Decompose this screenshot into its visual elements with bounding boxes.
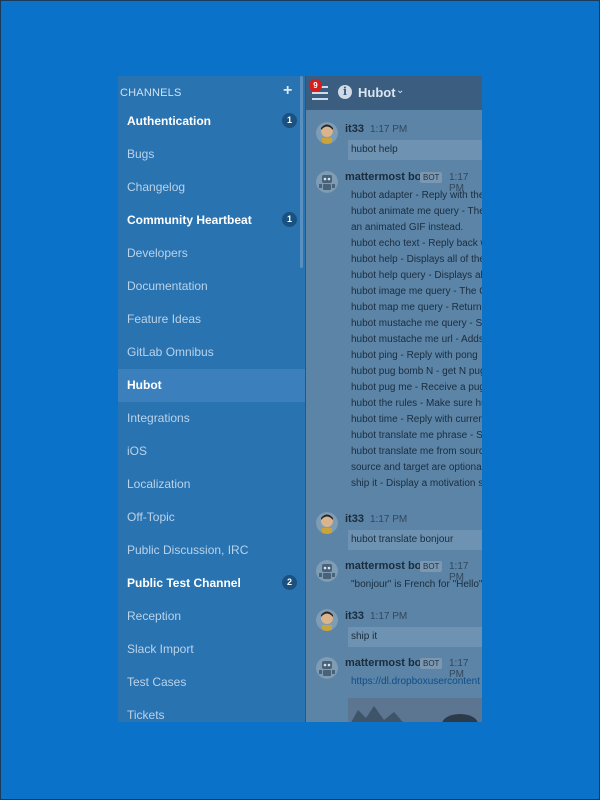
sidebar-item-label: Feature Ideas: [127, 312, 202, 326]
message-timestamp: 1:17 PM: [370, 611, 408, 622]
message-line: hubot time - Reply with curren: [351, 414, 482, 425]
message-text: hubot help: [348, 140, 482, 160]
sidebar-item-community-heartbeat[interactable]: Community Heartbeat 1: [118, 204, 305, 237]
sidebar-item-ios[interactable]: iOS: [118, 435, 305, 468]
sidebar-item-off-topic[interactable]: Off-Topic: [118, 501, 305, 534]
sidebar-item-label: Developers: [127, 246, 188, 260]
sidebar-item-feature-ideas[interactable]: Feature Ideas: [118, 303, 305, 336]
bot-badge: BOT: [420, 658, 443, 669]
unread-badge: 2: [282, 575, 297, 590]
message-line: hubot animate me query - The: [351, 206, 482, 217]
sidebar-item-label: Reception: [127, 609, 182, 623]
sidebar-item-public-discussion-irc[interactable]: Public Discussion, IRC: [118, 534, 305, 567]
sidebar-item-label: Hubot: [127, 378, 162, 392]
message-line: hubot mustache me url - Adds: [351, 334, 482, 345]
message-username[interactable]: mattermost bot: [345, 560, 425, 572]
message-line: hubot translate me phrase - Se: [351, 430, 482, 441]
info-icon[interactable]: i: [338, 85, 352, 99]
sidebar-item-label: Integrations: [127, 411, 190, 425]
sidebar-item-label: Off-Topic: [127, 510, 175, 524]
sidebar-item-authentication[interactable]: Authentication 1: [118, 105, 305, 138]
message-username[interactable]: mattermost bot: [345, 657, 425, 669]
sidebar-item-label: Localization: [127, 477, 191, 491]
message-line: hubot help query - Displays all: [351, 270, 482, 281]
sidebar-item-label: Slack Import: [127, 642, 194, 656]
avatar[interactable]: [316, 122, 338, 144]
sidebar-item-integrations[interactable]: Integrations: [118, 402, 305, 435]
sidebar-title: CHANNELS: [120, 87, 182, 99]
message-username[interactable]: it33: [345, 513, 364, 525]
sidebar-item-label: Authentication: [127, 114, 211, 128]
bot-avatar[interactable]: [316, 560, 338, 582]
message-line: hubot mustache me query - Se: [351, 318, 482, 329]
message-timestamp: 1:17 PM: [370, 124, 408, 135]
mention-count-badge: 9: [309, 79, 322, 92]
message-link[interactable]: https://dl.dropboxusercontent: [351, 676, 480, 687]
sidebar-item-label: iOS: [127, 444, 148, 458]
sidebar-item-label: GitLab Omnibus: [127, 345, 214, 359]
sidebar-item-developers[interactable]: Developers: [118, 237, 305, 270]
message-line: ship it - Display a motivation s: [351, 478, 482, 489]
message-line: hubot the rules - Make sure hu: [351, 398, 482, 409]
avatar[interactable]: [316, 512, 338, 534]
avatar[interactable]: [316, 609, 338, 631]
sidebar-item-label: Documentation: [127, 279, 208, 293]
sidebar-item-label: Public Test Channel: [127, 576, 241, 590]
sidebar-item-changelog[interactable]: Changelog: [118, 171, 305, 204]
message-line: hubot help - Displays all of the: [351, 254, 482, 265]
unread-badge: 1: [282, 113, 297, 128]
message-username[interactable]: it33: [345, 123, 364, 135]
sidebar-item-localization[interactable]: Localization: [118, 468, 305, 501]
message-line: hubot pug me - Receive a pug: [351, 382, 482, 393]
app-window: CHANNELS + Authentication 1 Bugs Changel…: [118, 76, 482, 722]
unread-badge: 1: [282, 212, 297, 227]
sidebar-item-label: Public Discussion, IRC: [127, 543, 249, 557]
bot-avatar[interactable]: [316, 171, 338, 193]
message-username[interactable]: it33: [345, 610, 364, 622]
channel-header: 9 i Hubot ⌄: [306, 76, 482, 110]
message-line: hubot echo text - Reply back w: [351, 238, 482, 249]
message-text: ship it: [348, 627, 482, 647]
message-line: hubot image me query - The O: [351, 286, 482, 297]
sidebar-item-label: Tickets: [127, 708, 165, 722]
sidebar-item-label: Bugs: [127, 147, 155, 161]
sidebar-item-tickets[interactable]: Tickets: [118, 699, 305, 722]
message-timestamp: 1:17 PM: [370, 514, 408, 525]
message-username[interactable]: mattermost bot: [345, 171, 425, 183]
sidebar-item-documentation[interactable]: Documentation: [118, 270, 305, 303]
add-channel-button[interactable]: +: [283, 82, 292, 100]
sidebar-item-label: Community Heartbeat: [127, 213, 252, 227]
message-line: an animated GIF instead.: [351, 222, 464, 233]
message-text: hubot translate bonjour: [348, 530, 482, 550]
sidebar-item-bugs[interactable]: Bugs: [118, 138, 305, 171]
sidebar-item-public-test-channel[interactable]: Public Test Channel 2: [118, 567, 305, 600]
sidebar-item-slack-import[interactable]: Slack Import: [118, 633, 305, 666]
sidebar-item-label: Changelog: [127, 180, 186, 194]
chevron-down-icon[interactable]: ⌄: [396, 85, 404, 96]
image-preview[interactable]: [348, 698, 482, 722]
message-line: hubot adapter - Reply with the: [351, 190, 482, 201]
sidebar-item-hubot[interactable]: Hubot: [118, 369, 305, 402]
channel-title[interactable]: Hubot: [358, 85, 396, 100]
message-line: source and target are optional: [351, 462, 482, 473]
sidebar-item-reception[interactable]: Reception: [118, 600, 305, 633]
message-line: hubot ping - Reply with pong: [351, 350, 478, 361]
sidebar-item-label: Test Cases: [127, 675, 187, 689]
channel-sidebar: CHANNELS + Authentication 1 Bugs Changel…: [118, 76, 305, 722]
sidebar-item-gitlab-omnibus[interactable]: GitLab Omnibus: [118, 336, 305, 369]
message-list[interactable]: it33 1:17 PM hubot help mattermost bot B…: [306, 110, 482, 722]
message-line: hubot translate me from sourc: [351, 446, 482, 457]
bot-avatar[interactable]: [316, 657, 338, 679]
bot-badge: BOT: [420, 172, 443, 183]
message-line: hubot pug bomb N - get N pug: [351, 366, 482, 377]
message-text: "bonjour" is French for "Hello": [351, 579, 482, 590]
message-line: hubot map me query - Returns: [351, 302, 482, 313]
bot-badge: BOT: [420, 561, 443, 572]
sidebar-item-test-cases[interactable]: Test Cases: [118, 666, 305, 699]
